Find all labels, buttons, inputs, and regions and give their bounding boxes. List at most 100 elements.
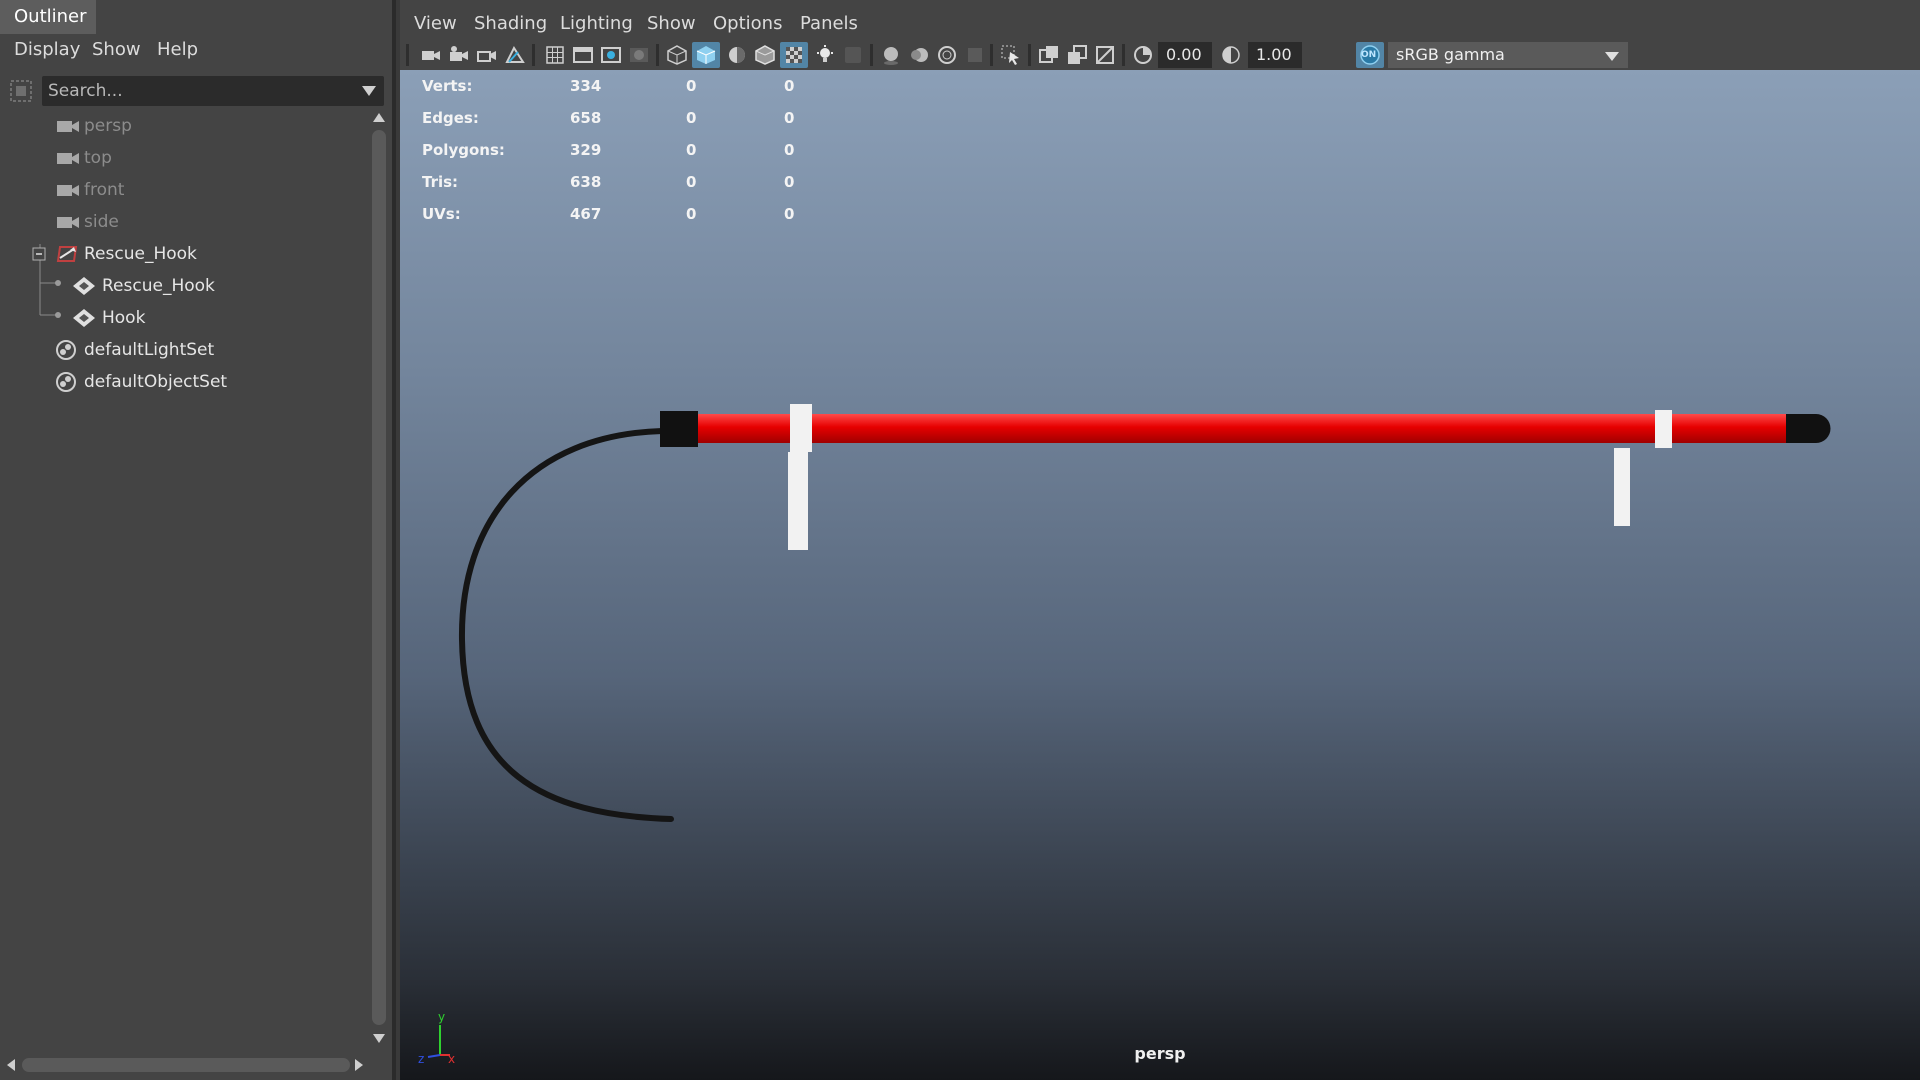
clip-right-band[interactable] — [1655, 410, 1672, 448]
shadows-icon[interactable] — [842, 44, 864, 66]
wireframe-on-shaded-icon[interactable] — [754, 44, 776, 66]
menu-lighting[interactable]: Lighting — [560, 8, 633, 40]
viewport-toolbar: 0.00 1.00 ON sRGB gamma — [400, 40, 1920, 70]
toolbar-separator — [532, 44, 535, 66]
film-gate-icon[interactable] — [572, 44, 594, 66]
outliner-item-default-object-set[interactable]: defaultObjectSet — [0, 366, 372, 398]
camera-icon — [57, 185, 79, 196]
outliner-item-rescue-hook-mesh[interactable]: Rescue_Hook — [0, 270, 372, 302]
group-transform-icon — [56, 246, 78, 262]
menu-help[interactable]: Help — [157, 34, 198, 66]
xray-toggle[interactable] — [780, 42, 808, 68]
menu-view[interactable]: View — [414, 8, 457, 40]
hook-curve[interactable] — [458, 428, 674, 822]
image-plane-icon[interactable] — [504, 44, 526, 66]
menu-display[interactable]: Display — [14, 34, 80, 66]
gamma-field[interactable]: 1.00 — [1248, 42, 1302, 68]
search-dropdown-icon[interactable] — [360, 84, 378, 98]
default-material-icon[interactable] — [726, 44, 748, 66]
viewport-menubar: View Shading Lighting Show Options Panel… — [400, 8, 1920, 40]
outliner-item-persp[interactable]: persp — [0, 110, 372, 142]
screen-space-ao-icon[interactable] — [880, 44, 902, 66]
smooth-shade-toggle[interactable] — [692, 42, 720, 68]
pole-end-cap-right[interactable] — [1786, 414, 1831, 443]
scroll-left-arrow-icon[interactable] — [4, 1058, 18, 1072]
bookmarks-icon[interactable] — [476, 44, 498, 66]
toolbar-separator — [1122, 44, 1125, 66]
outliner-item-side[interactable]: side — [0, 206, 372, 238]
scroll-right-arrow-icon[interactable] — [352, 1058, 366, 1072]
rescue-hook-model[interactable] — [400, 70, 1920, 1080]
outliner-item-label: defaultLightSet — [84, 340, 215, 360]
backface-culling-icon[interactable] — [1094, 44, 1116, 66]
select-camera-icon[interactable] — [420, 44, 442, 66]
exposure-icon[interactable] — [1132, 44, 1154, 66]
wireframe-icon[interactable] — [666, 44, 688, 66]
outliner-item-label: Hook — [102, 308, 146, 328]
outliner-item-label: top — [84, 148, 112, 168]
outliner-item-label: persp — [84, 116, 132, 136]
outliner-tab[interactable]: Outliner — [0, 0, 96, 34]
clip-left-band[interactable] — [790, 404, 812, 452]
outliner-item-rescue-hook-group[interactable]: Rescue_Hook — [0, 238, 372, 270]
depth-of-field-icon[interactable] — [964, 44, 986, 66]
outliner-menubar: Display Show Help — [0, 34, 392, 66]
exposure-field[interactable]: 0.00 — [1158, 42, 1212, 68]
menu-options[interactable]: Options — [713, 8, 782, 40]
outliner-vertical-scrollbar[interactable] — [370, 108, 388, 1048]
outliner-item-top[interactable]: top — [0, 142, 372, 174]
camera-name-label: persp — [1134, 1044, 1186, 1063]
smooth-shade-icon — [696, 46, 716, 64]
toolbar-separator — [406, 44, 409, 66]
color-management-select[interactable]: sRGB gamma — [1388, 42, 1628, 68]
menu-panels[interactable]: Panels — [800, 8, 858, 40]
xray-joints-icon[interactable] — [1038, 44, 1060, 66]
search-row — [0, 74, 392, 108]
viewport-panel: View Shading Lighting Show Options Panel… — [400, 0, 1920, 1080]
filter-icon[interactable] — [8, 78, 34, 104]
menu-show[interactable]: Show — [92, 34, 141, 66]
outliner-item-label: front — [84, 180, 125, 200]
grid-icon[interactable] — [544, 44, 566, 66]
isolate-select-icon[interactable] — [1000, 44, 1022, 66]
color-management-toggle-label: ON — [1361, 50, 1377, 60]
toolbar-separator — [990, 44, 993, 66]
toolbar-separator — [1028, 44, 1031, 66]
mesh-icon — [73, 309, 95, 327]
resolution-gate-icon[interactable] — [600, 44, 622, 66]
color-management-toggle[interactable]: ON — [1356, 42, 1384, 68]
motion-blur-icon[interactable] — [908, 44, 930, 66]
horizontal-scroll-thumb[interactable] — [22, 1058, 350, 1072]
outliner-tree: persp top front side Rescue_Hook Rescue_… — [0, 108, 372, 1048]
pole-shaft[interactable] — [692, 414, 1792, 443]
3d-viewport[interactable]: Verts: 334 0 0 Edges: 658 0 0 Polygons: … — [400, 70, 1920, 1080]
scroll-up-arrow-icon[interactable] — [372, 110, 386, 124]
camera-attributes-icon[interactable] — [448, 44, 470, 66]
mesh-icon — [73, 277, 95, 295]
scroll-down-arrow-icon[interactable] — [372, 1032, 386, 1046]
collapse-icon[interactable] — [32, 247, 46, 261]
toolbar-separator — [870, 44, 873, 66]
axis-y-label: y — [438, 1010, 445, 1024]
outliner-item-default-light-set[interactable]: defaultLightSet — [0, 334, 372, 366]
menu-show[interactable]: Show — [647, 8, 696, 40]
xray-icon — [786, 47, 802, 63]
chevron-down-icon[interactable] — [1604, 50, 1620, 62]
search-input[interactable] — [42, 76, 342, 106]
outliner-horizontal-scrollbar[interactable] — [0, 1052, 370, 1078]
clip-left-leg[interactable] — [788, 452, 808, 550]
use-all-lights-icon[interactable] — [814, 44, 836, 66]
xray-active-components-icon[interactable] — [1066, 44, 1088, 66]
clip-right-leg[interactable] — [1614, 448, 1630, 526]
camera-icon — [57, 217, 79, 228]
menu-shading[interactable]: Shading — [474, 8, 547, 40]
pole-end-cap-left[interactable] — [660, 411, 698, 447]
gate-mask-icon[interactable] — [628, 44, 650, 66]
vertical-scroll-thumb[interactable] — [372, 130, 386, 1025]
outliner-item-label: Rescue_Hook — [102, 276, 215, 296]
gamma-icon[interactable] — [1220, 44, 1242, 66]
outliner-item-hook-mesh[interactable]: Hook — [0, 302, 372, 334]
outliner-item-front[interactable]: front — [0, 174, 372, 206]
outliner-item-label: side — [84, 212, 119, 232]
multisample-aa-icon[interactable] — [936, 44, 958, 66]
